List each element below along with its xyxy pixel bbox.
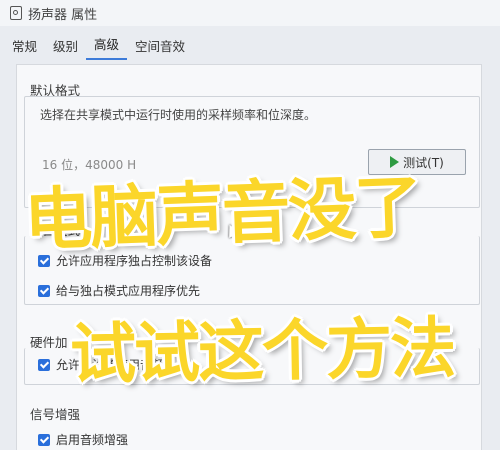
checkbox-label: 给与独占模式应用程序优先 [56,284,201,298]
tab-spatial-sound[interactable]: 空间音效 [127,36,193,60]
signal-enhancement-label: 信号增强 [30,407,81,422]
tab-bar: 常规 级别 高级 空间音效 [0,36,500,60]
title-bar: 扬声器 属性 [0,0,500,26]
overlay-caption-line2: 试试这个方法 [69,309,455,394]
tab-advanced[interactable]: 高级 [86,34,128,60]
exclusive-priority-checkbox[interactable]: 给与独占模式应用程序优先 [38,282,200,299]
window-title: 扬声器 属性 [28,7,98,23]
audio-enhancement-checkbox[interactable]: 启用音频增强 [38,431,128,448]
tab-levels[interactable]: 级别 [45,36,86,60]
checkbox-checked[interactable] [38,284,50,297]
default-format-description: 选择在共享模式中运行时使用的采样频率和位深度。 [40,108,317,122]
overlay-caption-line1: 电脑声音没了 [22,168,422,261]
checkbox-checked[interactable] [38,433,50,446]
checkbox-label: 启用音频增强 [56,433,129,447]
tab-general[interactable]: 常规 [0,36,45,60]
checkbox-checked[interactable] [38,358,50,371]
speaker-properties-icon [10,6,22,20]
